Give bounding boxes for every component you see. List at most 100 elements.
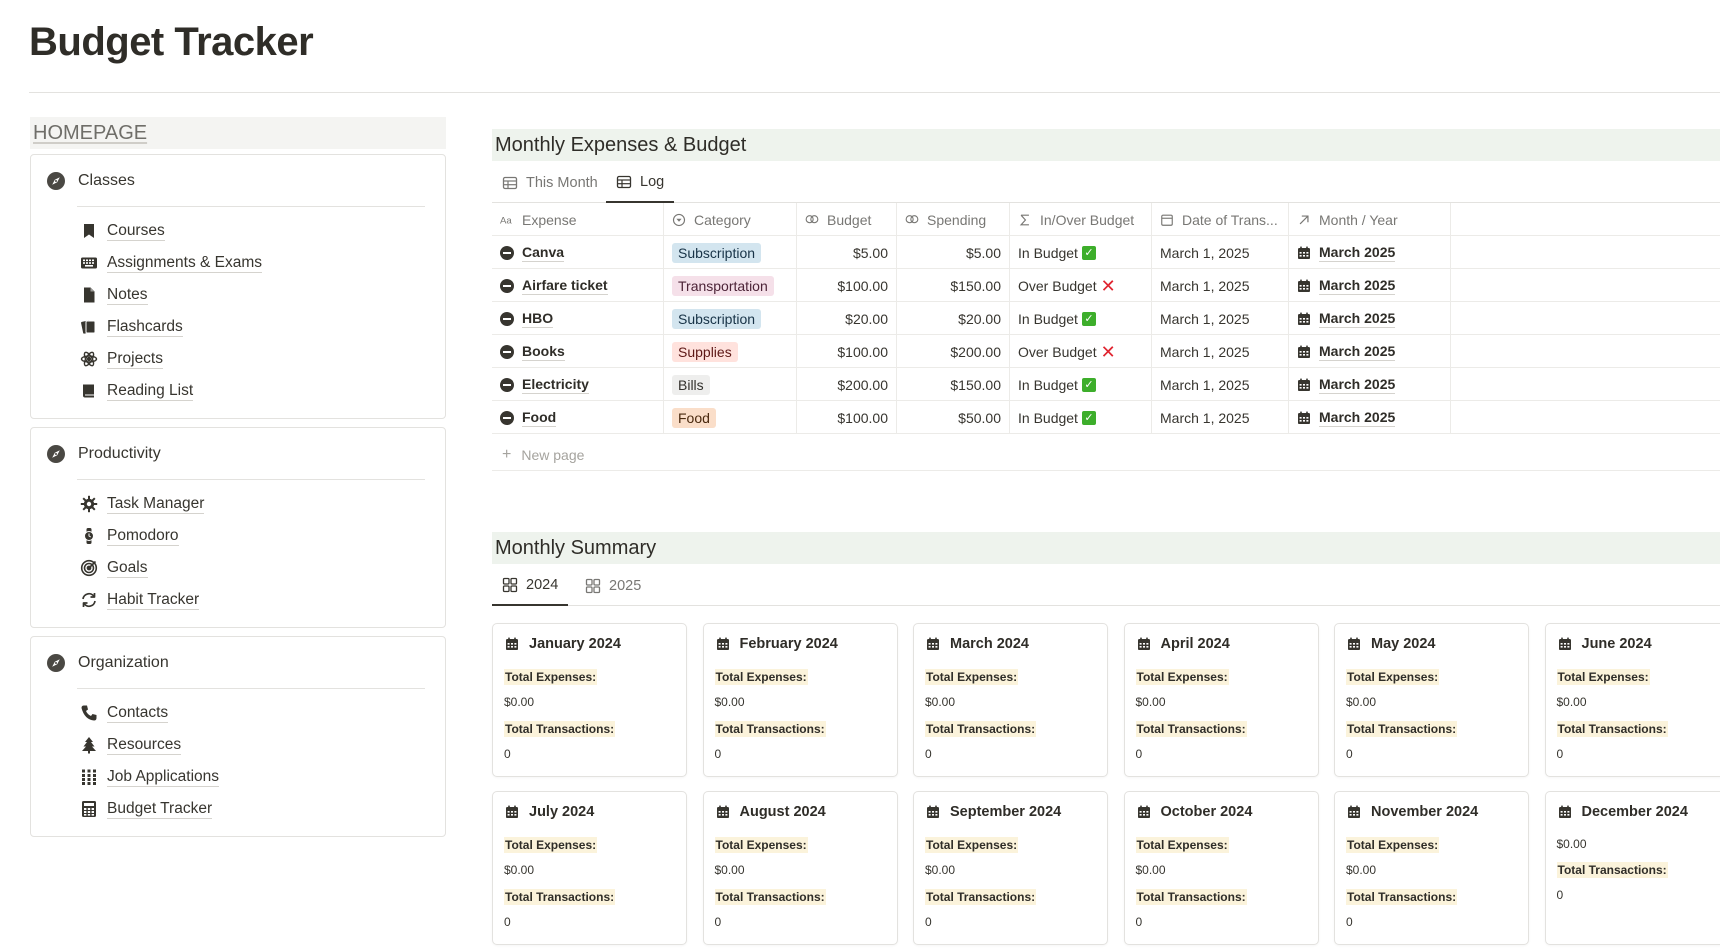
expense-cell[interactable]: Books <box>492 335 664 368</box>
tab-this-month[interactable]: This Month <box>492 163 608 203</box>
column-header[interactable]: Date of Trans... <box>1152 203 1289 236</box>
nav-group-header[interactable]: Productivity <box>46 444 161 464</box>
month-year-link: March 2025 <box>1319 276 1396 295</box>
month-card[interactable]: September 2024 Total Expenses: $0.00 Total … <box>913 791 1108 945</box>
month-card[interactable]: August 2024 Total Expenses: $0.00 Total Tra… <box>702 791 898 945</box>
homepage-link[interactable]: HOMEPAGE <box>30 117 446 149</box>
column-header[interactable]: Spending <box>897 203 1010 236</box>
spending-cell: $200.00 <box>897 335 1010 368</box>
sidebar-item-contacts[interactable]: Contacts <box>80 701 169 725</box>
budget-value: $100.00 <box>837 409 888 426</box>
expense-cell[interactable]: Electricity <box>492 368 664 401</box>
total-transactions-value: 0 <box>504 747 511 761</box>
month-card[interactable]: May 2024 Total Expenses: $0.00 Total Transa… <box>1334 623 1529 777</box>
month-card-title: October 2024 <box>1137 804 1252 820</box>
month-card[interactable]: July 2024 Total Expenses: $0.00 Total Trans… <box>492 791 687 945</box>
sidebar-item-task-manager[interactable]: Task Manager <box>80 492 205 516</box>
budget-cell: $100.00 <box>797 401 897 434</box>
spending-cell: $150.00 <box>897 269 1010 302</box>
table-row[interactable]: Canva Subscription $5.00 $5.00 In Budget ✓ Mar… <box>492 236 1720 269</box>
total-expenses-label: Total Expenses: <box>714 669 808 685</box>
month-card[interactable]: April 2024 Total Expenses: $0.00 Total Tran… <box>1123 623 1319 777</box>
month-card[interactable]: January 2024 Total Expenses: $0.00 Total Tr… <box>492 623 687 777</box>
nav-group-header[interactable]: Organization <box>46 653 169 673</box>
total-transactions-label: Total Transactions: <box>1556 862 1668 878</box>
expense-cell[interactable]: Canva <box>492 236 664 269</box>
month-card[interactable]: February 2024 Total Expenses: $0.00 Total T… <box>702 623 898 777</box>
expense-name: Canva <box>522 243 565 262</box>
column-header[interactable]: In/Over Budget <box>1010 203 1152 236</box>
keyboard-icon <box>80 254 98 272</box>
total-transactions-value: 0 <box>714 747 722 761</box>
sidebar-item-budget-tracker[interactable]: Budget Tracker <box>80 797 213 821</box>
check-mark-icon: ✓ <box>1081 377 1096 392</box>
budget-status: In Budget <box>1018 310 1078 327</box>
sidebar-item-reading-list[interactable]: Reading List <box>80 379 194 403</box>
month-card[interactable]: November 2024 Total Expenses: $0.00 Total T… <box>1334 791 1529 945</box>
month-cell[interactable]: March 2025 <box>1289 401 1451 434</box>
month-cell[interactable]: March 2025 <box>1289 368 1451 401</box>
budget-value: $100.00 <box>837 343 888 360</box>
sidebar-item-pomodoro[interactable]: Pomodoro <box>80 524 179 548</box>
sidebar-item-assignments-exams[interactable]: Assignments & Exams <box>80 251 263 275</box>
total-expenses-value: $0.00 <box>504 695 535 709</box>
sidebar-item-label: Flashcards <box>107 317 183 337</box>
tab-2025[interactable]: 2025 <box>575 566 651 606</box>
expense-cell[interactable]: Food <box>492 401 664 434</box>
column-header[interactable]: Aa Expense <box>492 203 664 236</box>
tab-2024[interactable]: 2024 <box>492 566 569 606</box>
sidebar-item-habit-tracker[interactable]: Habit Tracker <box>80 588 200 612</box>
expense-cell[interactable]: HBO <box>492 302 664 335</box>
column-header[interactable]: Budget <box>797 203 897 236</box>
column-header[interactable]: Month / Year <box>1289 203 1451 236</box>
total-transactions-value: 0 <box>1346 747 1353 761</box>
nav-group-header[interactable]: Classes <box>46 171 135 191</box>
total-expenses-label: Total Expenses: <box>1135 837 1229 853</box>
sidebar-item-job-applications[interactable]: Job Applications <box>80 765 220 789</box>
bookmark-icon <box>80 222 98 240</box>
expense-cell[interactable]: Airfare ticket <box>492 269 664 302</box>
expense-name: HBO <box>522 309 554 328</box>
table-row[interactable]: Books Supplies $100.00 $200.00 Over Budget ✕ M… <box>492 335 1720 368</box>
month-card-title: August 2024 <box>716 804 826 820</box>
month-cell[interactable]: March 2025 <box>1289 335 1451 368</box>
month-card[interactable]: October 2024 Total Expenses: $0.00 Total Tr… <box>1123 791 1319 945</box>
sidebar-item-notes[interactable]: Notes <box>80 283 148 307</box>
total-expenses-value: $0.00 <box>1346 695 1377 709</box>
table-row[interactable]: Airfare ticket Transportation $100.00 $150.… <box>492 269 1720 302</box>
month-card[interactable]: June 2024 Total Expenses: $0.00 Total Trans… <box>1544 623 1720 777</box>
table-row[interactable]: Food Food $100.00 $50.00 In Budget ✓ March 1, … <box>492 401 1720 434</box>
table-row[interactable]: HBO Subscription $20.00 $20.00 In Budget ✓ Mar… <box>492 302 1720 335</box>
status-cell: Over Budget ✕ <box>1010 335 1152 368</box>
calendar-icon <box>1297 246 1311 260</box>
tab-label: 2024 <box>526 577 559 593</box>
column-header-label: Month / Year <box>1319 211 1398 228</box>
month-cell[interactable]: March 2025 <box>1289 302 1451 335</box>
tab-log[interactable]: Log <box>606 163 675 203</box>
total-expenses-value: $0.00 <box>714 863 745 877</box>
sidebar-item-label: Contacts <box>107 703 169 723</box>
sidebar-item-courses[interactable]: Courses <box>80 219 165 243</box>
status-cell: In Budget ✓ <box>1010 236 1152 269</box>
table-row[interactable]: Electricity Bills $200.00 $150.00 In Budget ✓… <box>492 368 1720 401</box>
tab-label: 2025 <box>609 578 642 594</box>
month-cell[interactable]: March 2025 <box>1289 236 1451 269</box>
sidebar-item-resources[interactable]: Resources <box>80 733 182 757</box>
month-cell[interactable]: March 2025 <box>1289 269 1451 302</box>
month-card[interactable]: March 2024 Total Expenses: $0.00 Total Tran… <box>913 623 1108 777</box>
calendar-icon <box>716 637 730 651</box>
total-expenses-label: Total Expenses: <box>504 669 598 685</box>
sidebar-item-goals[interactable]: Goals <box>80 556 148 580</box>
budget-cell: $200.00 <box>797 368 897 401</box>
spending-value: $50.00 <box>958 409 1001 426</box>
sidebar-item-projects[interactable]: Projects <box>80 347 163 371</box>
sidebar-item-flashcards[interactable]: Flashcards <box>80 315 183 339</box>
plus-icon: + <box>502 445 512 463</box>
new-page-button[interactable]: + New page <box>492 439 1720 471</box>
repeat-icon <box>80 591 98 609</box>
gear-icon <box>80 495 98 513</box>
total-expenses-label: Total Expenses: <box>1556 669 1650 685</box>
gallery-icon <box>502 577 518 593</box>
month-card[interactable]: December 2024 $0.00 Total Transactions: 0 <box>1544 791 1720 945</box>
column-header[interactable]: Category <box>664 203 797 236</box>
